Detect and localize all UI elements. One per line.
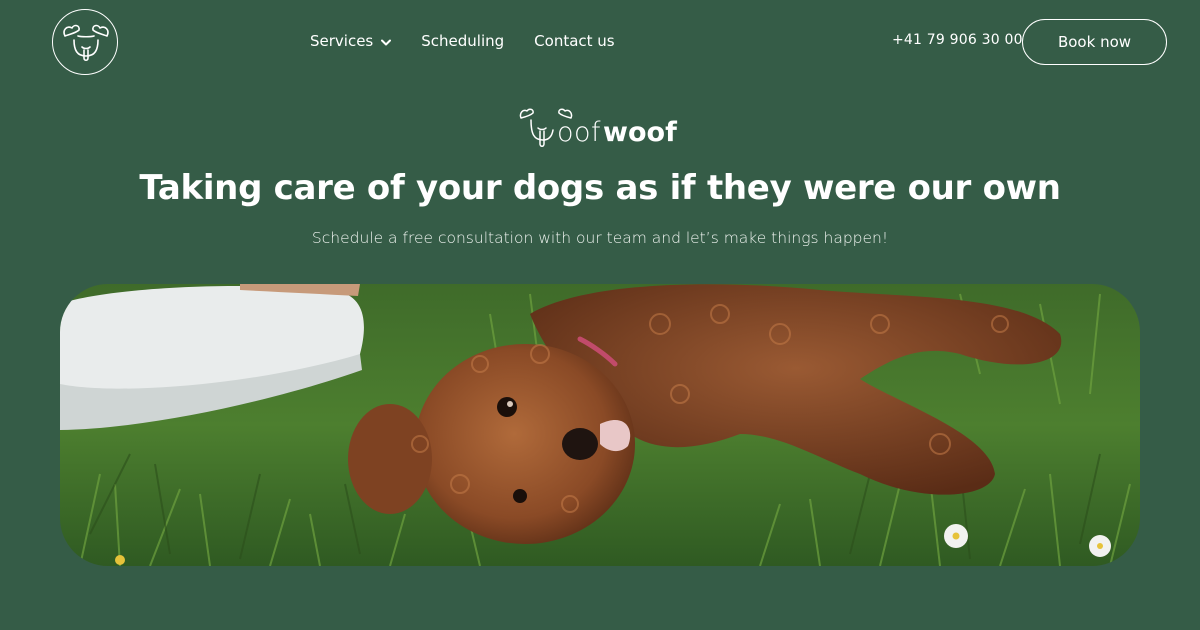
hero-headline: Taking care of your dogs as if they were… — [139, 168, 1061, 208]
phone-number-link[interactable]: +41 79 906 30 00 — [892, 32, 1023, 48]
nav-services[interactable]: Services — [310, 31, 392, 50]
nav-scheduling[interactable]: Scheduling — [421, 32, 504, 50]
nav-contact-us[interactable]: Contact us — [534, 32, 614, 50]
book-now-button[interactable]: Book now — [1022, 19, 1167, 65]
hero-image — [60, 284, 1140, 566]
header: Services Scheduling Contact us +41 79 90… — [0, 0, 1200, 84]
nav-scheduling-label: Scheduling — [421, 31, 505, 50]
dog-face-icon — [63, 24, 109, 62]
nav-services-label: Services — [310, 31, 374, 50]
chevron-down-icon — [381, 32, 392, 50]
logo-badge[interactable] — [52, 9, 118, 75]
brand-name-bold: woof — [603, 117, 677, 148]
brand-name-light: oof — [557, 117, 602, 148]
hero-subhead: Schedule a free consultation with our te… — [311, 229, 889, 247]
main-nav: Services Scheduling Contact us — [310, 31, 615, 50]
brand-wordmark: oofwoof — [557, 119, 677, 146]
hero-photo-dog-on-grass — [60, 284, 1140, 566]
nav-contact-label: Contact us — [534, 31, 615, 50]
